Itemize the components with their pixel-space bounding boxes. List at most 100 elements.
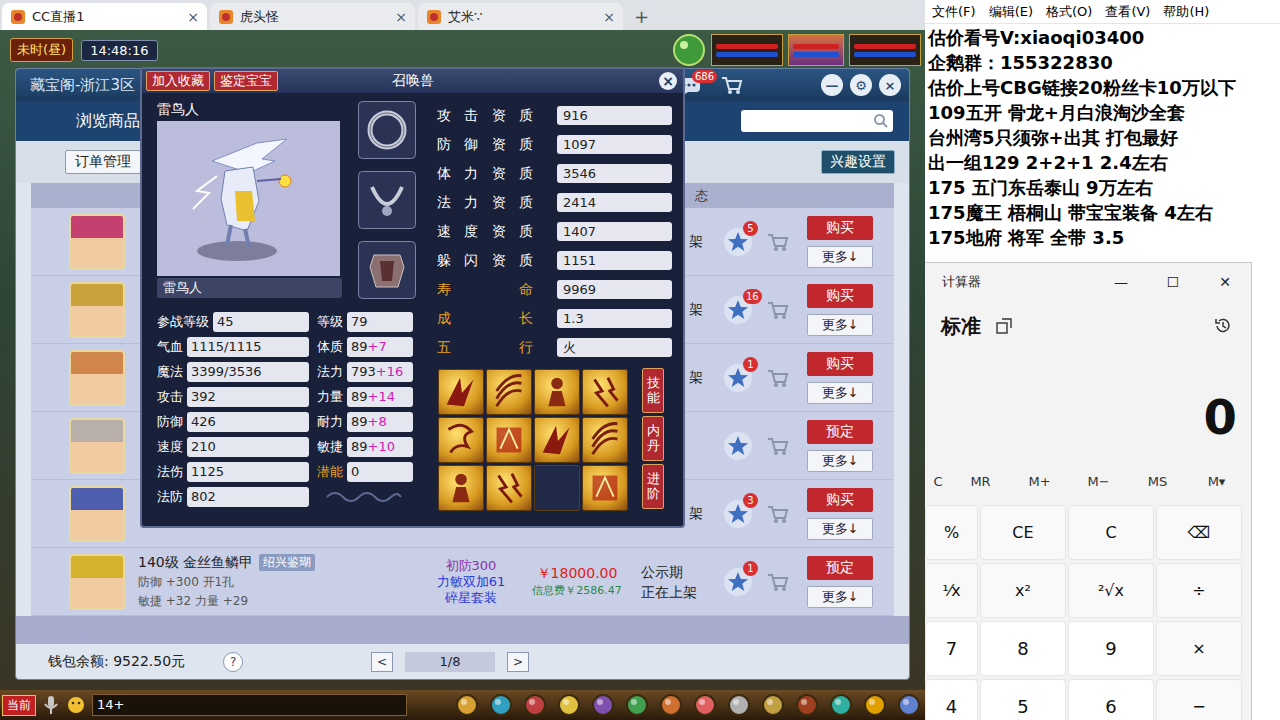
new-tab-button[interactable]: + [626, 6, 657, 30]
dialog-close-button[interactable]: × [659, 72, 677, 90]
toolbar-shortcut-icon[interactable] [455, 693, 479, 717]
toolbar-shortcut-icon[interactable] [489, 693, 513, 717]
search-field[interactable] [741, 110, 893, 132]
more-button[interactable]: 更多↓ [807, 382, 873, 404]
equipment-slot-icon[interactable] [358, 171, 416, 229]
digit-key[interactable]: 7 [925, 621, 978, 676]
memory-button[interactable]: M+ [1010, 474, 1069, 489]
operator-key[interactable]: ÷ [1156, 563, 1242, 618]
buy-button[interactable]: 预定 [807, 556, 873, 580]
party-member-frame[interactable] [788, 34, 844, 66]
operator-key[interactable]: CE [980, 505, 1066, 560]
prev-page-button[interactable]: < [371, 652, 393, 672]
toolbar-shortcut-icon[interactable] [795, 693, 819, 717]
window-control-button[interactable]: — [821, 74, 843, 96]
window-control-button[interactable]: × [879, 74, 901, 96]
listing-row[interactable]: 140级 金丝鱼鳞甲绍兴鉴瑚防御 +300 开1孔敏捷 +32 力量 +29初防… [31, 548, 894, 616]
operator-key[interactable]: × [1156, 621, 1242, 676]
skill-icon[interactable] [486, 369, 532, 415]
add-to-cart-button[interactable] [763, 231, 793, 253]
cart-icon[interactable] [720, 74, 744, 96]
memory-button[interactable]: M− [1069, 474, 1128, 489]
add-to-cart-button[interactable] [763, 503, 793, 525]
tab-close-button[interactable]: × [395, 9, 407, 25]
favorite-button[interactable]: 5 [723, 225, 763, 259]
equipment-slot-icon[interactable] [358, 241, 416, 299]
add-to-cart-button[interactable] [763, 571, 793, 593]
dialog-action-button[interactable]: 鉴定宝宝 [214, 71, 278, 91]
pet-side-tab[interactable]: 内丹 [642, 416, 664, 461]
favorite-button[interactable]: 3 [723, 497, 763, 531]
menu-item[interactable]: 格式(O) [1046, 3, 1092, 21]
interests-button[interactable]: 兴趣设置 [821, 150, 895, 174]
tab-close-button[interactable]: × [603, 9, 615, 25]
skill-icon[interactable] [582, 369, 628, 415]
skill-icon[interactable] [486, 465, 532, 511]
buy-button[interactable]: 购买 [807, 284, 873, 308]
toolbar-shortcut-icon[interactable] [761, 693, 785, 717]
skill-icon[interactable] [534, 417, 580, 463]
favorite-button[interactable] [723, 429, 763, 463]
window-control-button[interactable]: — [1095, 274, 1147, 290]
tab-close-button[interactable]: × [187, 9, 199, 25]
toolbar-shortcut-icon[interactable] [659, 693, 683, 717]
browser-tab[interactable]: 虎头怪× [210, 3, 415, 30]
skill-icon[interactable] [438, 369, 484, 415]
menu-item[interactable]: 帮助(H) [1163, 3, 1209, 21]
buy-button[interactable]: 购买 [807, 352, 873, 376]
party-member-frame[interactable] [711, 34, 783, 66]
skill-icon[interactable] [438, 465, 484, 511]
digit-key[interactable]: 8 [980, 621, 1066, 676]
favorite-button[interactable]: 1 [723, 565, 763, 599]
toolbar-shortcut-icon[interactable] [591, 693, 615, 717]
memory-button[interactable]: MR [951, 474, 1010, 489]
more-button[interactable]: 更多↓ [807, 314, 873, 336]
memory-button[interactable]: MS [1128, 474, 1187, 489]
digit-key[interactable]: 6 [1068, 679, 1154, 720]
history-icon[interactable] [1213, 316, 1233, 336]
digit-key[interactable]: 9 [1068, 621, 1154, 676]
skill-icon[interactable] [534, 369, 580, 415]
spirit-orb-icon[interactable] [672, 33, 706, 67]
notepad-text-area[interactable]: 估价看号V:xiaoqi03400企鹅群：155322830估价上号CBG链接2… [925, 24, 1280, 250]
skill-icon[interactable] [486, 417, 532, 463]
nav-browse-tab[interactable]: 浏览商品 [76, 111, 140, 132]
operator-key[interactable]: ²√x [1068, 563, 1154, 618]
operator-key[interactable]: C [1068, 505, 1154, 560]
microphone-icon[interactable] [42, 694, 60, 716]
dialog-action-button[interactable]: 加入收藏 [146, 71, 210, 91]
buy-button[interactable]: 购买 [807, 488, 873, 512]
toolbar-shortcut-icon[interactable] [693, 693, 717, 717]
buy-button[interactable]: 预定 [807, 420, 873, 444]
digit-key[interactable]: 5 [980, 679, 1066, 720]
keep-on-top-icon[interactable] [995, 317, 1013, 335]
orders-button[interactable]: 订单管理 [65, 150, 141, 174]
operator-key[interactable]: x² [980, 563, 1066, 618]
pet-name-field[interactable]: 雷鸟人 [157, 278, 342, 298]
add-to-cart-button[interactable] [763, 367, 793, 389]
more-button[interactable]: 更多↓ [807, 518, 873, 540]
memory-button[interactable]: M▾ [1187, 474, 1246, 489]
add-to-cart-button[interactable] [763, 299, 793, 321]
window-control-button[interactable]: ⚙ [850, 74, 872, 96]
toolbar-shortcut-icon[interactable] [557, 693, 581, 717]
browser-tab[interactable]: CC直播1× [2, 3, 207, 30]
menu-item[interactable]: 查看(V) [1105, 3, 1150, 21]
toolbar-shortcut-icon[interactable] [829, 693, 853, 717]
emoji-icon[interactable] [66, 695, 86, 715]
add-to-cart-button[interactable] [763, 435, 793, 457]
more-button[interactable]: 更多↓ [807, 246, 873, 268]
skill-icon[interactable] [582, 417, 628, 463]
calculator-mode[interactable]: 标准 [941, 313, 981, 340]
toolbar-shortcut-icon[interactable] [625, 693, 649, 717]
menu-item[interactable]: 文件(F) [932, 3, 976, 21]
more-button[interactable]: 更多↓ [807, 450, 873, 472]
window-control-button[interactable]: ☐ [1147, 274, 1199, 290]
toolbar-shortcut-icon[interactable] [523, 693, 547, 717]
operator-key[interactable]: − [1156, 679, 1242, 720]
window-control-button[interactable]: ✕ [1199, 274, 1251, 290]
toolbar-shortcut-icon[interactable] [863, 693, 887, 717]
toolbar-shortcut-icon[interactable] [727, 693, 751, 717]
equipment-slot-icon[interactable] [358, 101, 416, 159]
digit-key[interactable]: 4 [925, 679, 978, 720]
